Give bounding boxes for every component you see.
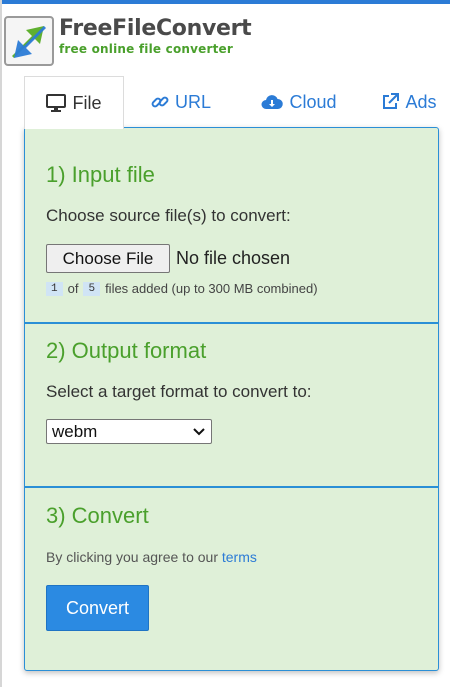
convert-section-title: 3) Convert (46, 503, 149, 528)
terms-agreement: By clicking you agree to our terms (46, 549, 257, 565)
output-section-title: 2) Output format (46, 338, 207, 363)
terms-agreement-text: By clicking you agree to our (46, 549, 218, 565)
files-of-label: of (67, 281, 79, 296)
left-border (0, 0, 2, 687)
tab-url[interactable]: URL (136, 76, 226, 128)
converter-panel: 1) Input file Choose source file(s) to c… (24, 127, 439, 671)
site-logo[interactable]: FreeFileConvert free online file convert… (4, 16, 252, 66)
files-added-note: files added (up to 300 MB combined) (105, 281, 318, 296)
tab-ads-label: Ads (405, 91, 437, 112)
files-added-count: 1 (46, 281, 63, 296)
input-section-title: 1) Input file (46, 162, 155, 187)
input-section-prompt: Choose source file(s) to convert: (46, 206, 291, 225)
tab-ads[interactable]: Ads (368, 76, 450, 128)
link-icon (151, 96, 169, 108)
output-section-prompt: Select a target format to convert to: (46, 382, 312, 401)
files-added-info: 1 of 5 files added (up to 300 MB combine… (46, 281, 318, 296)
logo-title: FreeFileConvert (59, 16, 252, 41)
logo-arrows-icon (4, 16, 54, 66)
external-link-icon (383, 93, 400, 109)
terms-link[interactable]: terms (222, 549, 257, 565)
logo-subtitle: free online file converter (59, 42, 234, 56)
chevron-down-icon (193, 428, 205, 436)
tab-cloud-label: Cloud (289, 91, 337, 112)
files-max-count: 5 (83, 281, 101, 296)
choose-file-button[interactable]: Choose File (46, 244, 170, 273)
convert-section: 3) Convert By clicking you agree to our … (25, 488, 438, 670)
tab-url-label: URL (174, 91, 211, 112)
tab-cloud[interactable]: Cloud (244, 76, 354, 128)
source-tabs: File URL Cloud Ads (24, 76, 450, 129)
output-format-section: 2) Output format Select a target format … (25, 324, 438, 488)
file-status: No file chosen (176, 248, 291, 268)
format-select-value: webm (52, 421, 98, 441)
tab-file[interactable]: File (24, 76, 124, 129)
tab-file-label: File (72, 92, 102, 113)
monitor-icon (46, 94, 67, 112)
cloud-download-icon (261, 95, 284, 109)
top-accent-bar (0, 0, 450, 4)
input-file-section: 1) Input file Choose source file(s) to c… (25, 128, 438, 324)
format-select[interactable]: webm (46, 419, 212, 444)
convert-button[interactable]: Convert (46, 585, 149, 631)
